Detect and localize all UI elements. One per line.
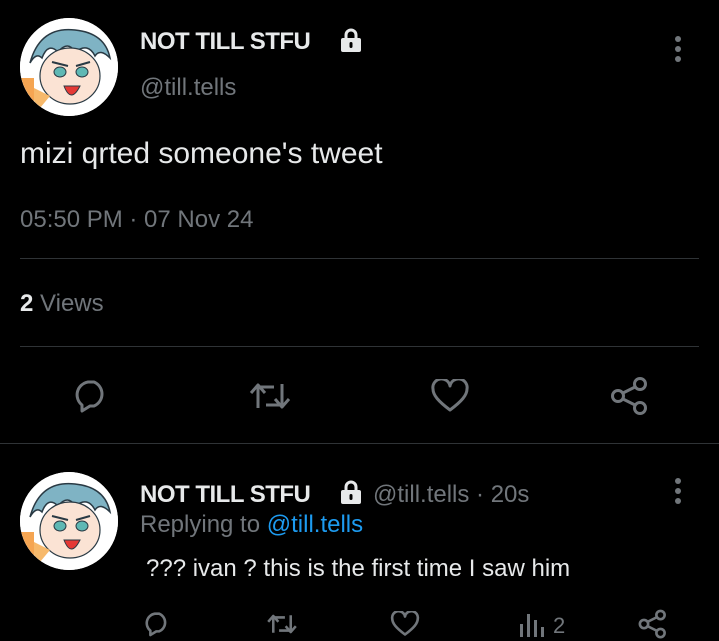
reply-handle-time[interactable]: @till.tells · 20s bbox=[373, 481, 529, 509]
retweet-icon bbox=[249, 383, 291, 409]
avatar-illustration bbox=[20, 472, 118, 570]
author-avatar[interactable] bbox=[20, 18, 118, 116]
reply-text: ??? ivan ? this is the first time I saw … bbox=[146, 555, 571, 582]
more-vertical-icon bbox=[675, 36, 681, 42]
reply-share-button[interactable] bbox=[637, 609, 669, 639]
replying-to-line: Replying to @till.tells bbox=[140, 511, 363, 539]
divider bbox=[20, 346, 699, 347]
retweet-button[interactable] bbox=[248, 380, 292, 412]
reply-author-avatar[interactable] bbox=[20, 472, 118, 570]
lock-icon bbox=[338, 27, 364, 58]
reply-more-options-button[interactable] bbox=[672, 478, 684, 512]
reply-like-button[interactable] bbox=[390, 611, 420, 637]
replying-to-label: Replying to bbox=[140, 511, 261, 538]
more-options-button[interactable] bbox=[672, 36, 684, 70]
reply-author-name[interactable]: NOT TILL STFU bbox=[140, 481, 311, 509]
views-count: 2 bbox=[20, 290, 34, 317]
reply-icon bbox=[145, 612, 167, 637]
divider bbox=[0, 443, 719, 444]
heart-icon bbox=[431, 379, 469, 412]
author-handle[interactable]: @till.tells bbox=[140, 74, 236, 102]
reply-analytics-button[interactable]: 2 bbox=[517, 610, 565, 638]
divider bbox=[20, 258, 699, 259]
analytics-count: 2 bbox=[553, 613, 566, 638]
reply-icon bbox=[75, 380, 104, 413]
avatar-illustration bbox=[20, 18, 118, 116]
share-icon bbox=[638, 609, 666, 639]
replying-to-link[interactable]: @till.tells bbox=[267, 511, 363, 538]
reply-button[interactable] bbox=[72, 379, 110, 413]
views-stat[interactable]: 2 Views bbox=[20, 290, 104, 318]
share-icon bbox=[611, 377, 647, 415]
tweet-text: mizi qrted someone's tweet bbox=[20, 137, 383, 170]
tweet-timestamp[interactable]: 05:50 PM · 07 Nov 24 bbox=[20, 206, 253, 234]
author-name[interactable]: NOT TILL STFU bbox=[140, 28, 311, 56]
lock-icon bbox=[338, 479, 364, 510]
views-label: Views bbox=[40, 290, 104, 317]
retweet-icon bbox=[267, 614, 297, 634]
reply-reply-button[interactable] bbox=[143, 611, 171, 637]
reply-retweet-button[interactable] bbox=[266, 612, 298, 636]
more-vertical-icon bbox=[675, 478, 681, 484]
like-button[interactable] bbox=[430, 379, 470, 413]
share-button[interactable] bbox=[609, 376, 651, 416]
heart-icon bbox=[390, 611, 420, 636]
analytics-icon bbox=[520, 614, 544, 637]
